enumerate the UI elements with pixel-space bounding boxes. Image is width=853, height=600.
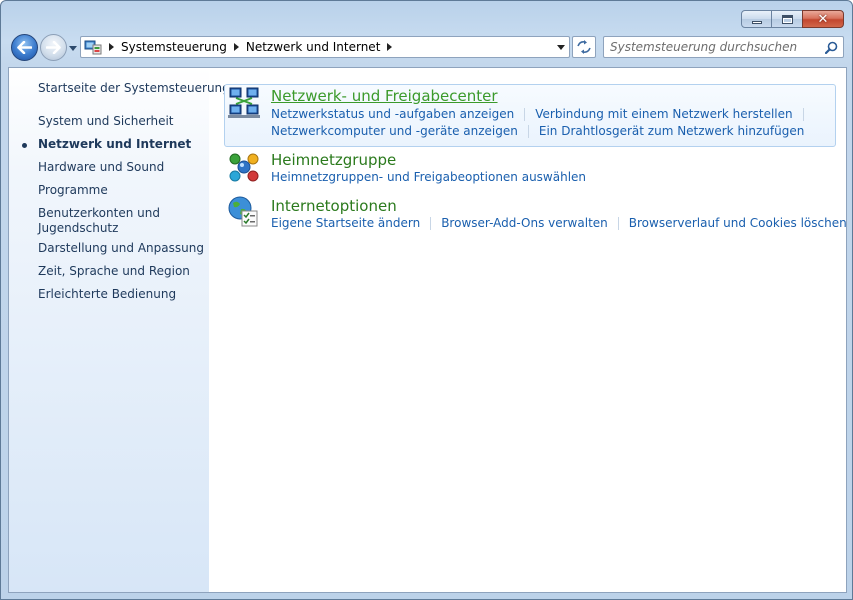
caption-buttons: ✕ — [741, 10, 844, 28]
content-area: Startseite der Systemsteuerung System un… — [8, 67, 847, 593]
sidebar-item-zeit-sprache-region[interactable]: Zeit, Sprache und Region — [38, 264, 190, 278]
sidebar-item-hardware-und-sound[interactable]: Hardware und Sound — [38, 160, 164, 174]
task-row: Heimnetzgruppen- und Freigabeoptionen au… — [271, 170, 586, 184]
internet-options-icon[interactable] — [227, 195, 261, 229]
breadcrumb-separator-icon[interactable] — [233, 43, 240, 51]
task-link[interactable]: Browser-Add-Ons verwalten — [441, 216, 608, 230]
task-separator — [430, 216, 432, 230]
sidebar-item-darstellung-und-anpassung[interactable]: Darstellung und Anpassung — [38, 241, 204, 255]
search-icon[interactable] — [825, 41, 838, 54]
sidebar-item-erleichterte-bedienung[interactable]: Erleichterte Bedienung — [38, 287, 176, 301]
recent-pages-dropdown[interactable] — [68, 43, 78, 53]
task-separator — [617, 216, 619, 230]
homegroup-icon[interactable] — [227, 150, 261, 184]
arrow-left-icon — [17, 41, 32, 54]
breadcrumb-systemsteuerung[interactable]: Systemsteuerung — [121, 40, 227, 54]
task-link[interactable]: Netzwerkstatus und -aufgaben anzeigen — [271, 107, 514, 121]
chevron-down-icon — [69, 45, 77, 51]
task-link[interactable]: Verbindung mit einem Netzwerk herstellen — [535, 107, 792, 121]
task-row: Netzwerkstatus und -aufgaben anzeigen Ve… — [271, 107, 814, 121]
category-title-homegroup[interactable]: Heimnetzgruppe — [271, 151, 396, 169]
minimize-button[interactable] — [741, 10, 772, 28]
main-panel: Netzwerk- und Freigabecenter Netzwerksta… — [209, 68, 847, 592]
sidebar-home-link[interactable]: Startseite der Systemsteuerung — [38, 81, 230, 95]
task-separator — [527, 124, 529, 138]
task-link[interactable]: Eigene Startseite ändern — [271, 216, 420, 230]
maximize-icon — [781, 14, 793, 24]
refresh-icon — [577, 40, 591, 54]
address-history-dropdown-icon[interactable] — [557, 43, 565, 51]
minimize-icon — [751, 20, 762, 24]
network-center-icon[interactable] — [227, 85, 261, 119]
search-box[interactable] — [603, 36, 844, 58]
close-button[interactable]: ✕ — [802, 10, 844, 28]
task-separator — [524, 107, 526, 121]
close-icon: ✕ — [817, 11, 829, 27]
task-row: Netzwerkcomputer und -geräte anzeigen Ei… — [271, 124, 804, 138]
control-panel-icon — [84, 39, 102, 55]
maximize-button[interactable] — [771, 10, 803, 28]
address-bar[interactable]: Systemsteuerung Netzwerk und Internet — [80, 36, 570, 58]
sidebar-item-benutzerkonten[interactable]: Benutzerkonten und Jugendschutz — [38, 206, 203, 236]
task-link[interactable]: Heimnetzgruppen- und Freigabeoptionen au… — [271, 170, 586, 184]
category-title-network-center[interactable]: Netzwerk- und Freigabecenter — [271, 87, 498, 105]
refresh-button[interactable] — [572, 36, 596, 58]
task-link[interactable]: Browserverlauf und Cookies löschen — [629, 216, 847, 230]
sidebar: Startseite der Systemsteuerung System un… — [9, 68, 230, 592]
sidebar-item-netzwerk-und-internet[interactable]: Netzwerk und Internet — [38, 137, 191, 151]
task-separator — [802, 107, 804, 121]
sidebar-item-system-und-sicherheit[interactable]: System und Sicherheit — [38, 114, 174, 128]
search-input[interactable] — [610, 38, 820, 56]
active-bullet-icon — [22, 143, 27, 148]
arrow-right-icon — [46, 41, 61, 54]
category-title-internet-options[interactable]: Internetoptionen — [271, 197, 397, 215]
control-panel-window: ✕ Systemsteuerung Netzwerk und Internet — [0, 0, 853, 600]
breadcrumb-separator-icon[interactable] — [386, 43, 393, 51]
task-link[interactable]: Ein Drahtlosgerät zum Netzwerk hinzufüge… — [539, 124, 804, 138]
back-button[interactable] — [11, 34, 38, 61]
task-row: Eigene Startseite ändern Browser-Add-Ons… — [271, 216, 847, 230]
forward-button[interactable] — [40, 34, 67, 61]
task-link[interactable]: Netzwerkcomputer und -geräte anzeigen — [271, 124, 518, 138]
sidebar-item-programme[interactable]: Programme — [38, 183, 108, 197]
breadcrumb-netzwerk-und-internet[interactable]: Netzwerk und Internet — [246, 40, 381, 54]
breadcrumb-separator-icon[interactable] — [108, 43, 115, 51]
